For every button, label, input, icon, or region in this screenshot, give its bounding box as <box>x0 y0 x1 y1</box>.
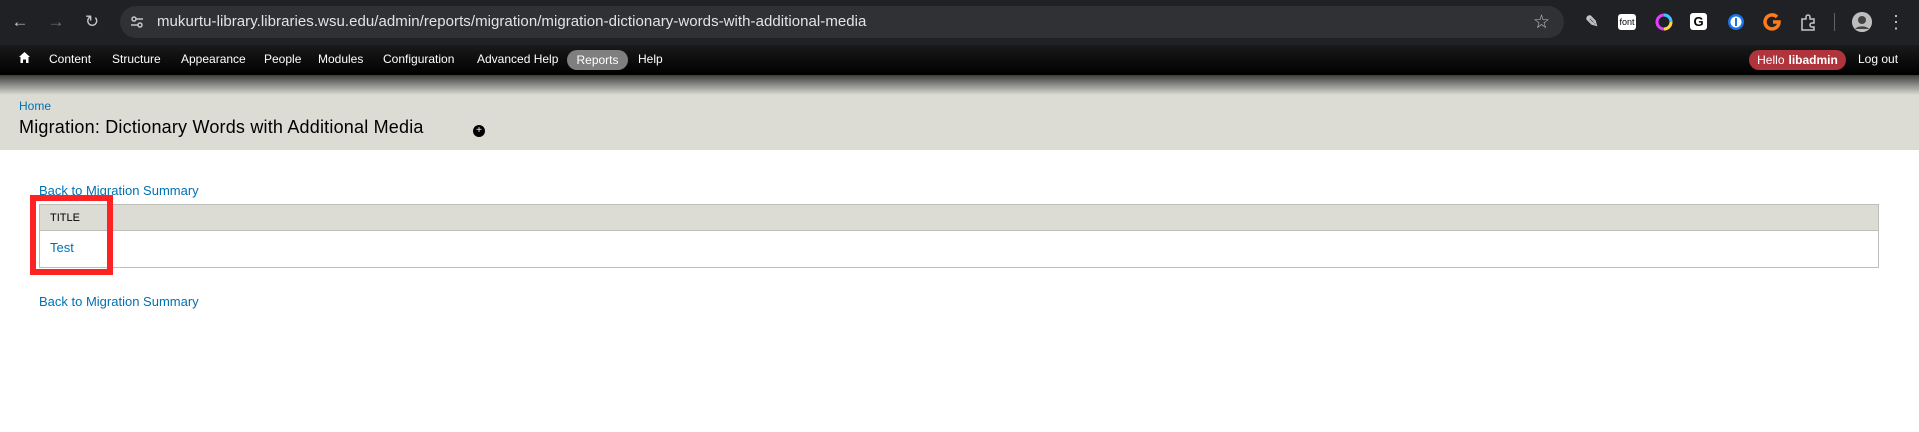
toolbar-item-help[interactable]: Help <box>638 52 663 66</box>
site-info-icon[interactable] <box>126 11 148 33</box>
browser-menu-icon[interactable]: ⋮ <box>1886 12 1906 32</box>
username: libadmin <box>1788 53 1838 67</box>
orange-extension-icon[interactable] <box>1762 12 1782 32</box>
column-header-title: TITLE <box>40 205 1878 231</box>
toolbar-item-reports[interactable]: Reports <box>567 50 628 70</box>
profile-avatar[interactable] <box>1852 12 1872 32</box>
toolbar-item-structure[interactable]: Structure <box>112 52 161 66</box>
address-bar[interactable]: mukurtu-library.libraries.wsu.edu/admin/… <box>120 6 1564 38</box>
page-header: Home Migration: Dictionary Words with Ad… <box>0 95 1919 150</box>
eyedropper-icon[interactable]: ✎ <box>1582 12 1602 32</box>
hello-label: Hello <box>1757 53 1785 67</box>
grammarly-icon[interactable]: G <box>1690 13 1707 30</box>
forward-icon[interactable]: → <box>46 12 66 32</box>
home-icon[interactable] <box>18 51 31 67</box>
font-extension-icon[interactable]: font <box>1618 14 1636 30</box>
logout-link[interactable]: Log out <box>1858 52 1898 66</box>
back-icon[interactable]: ← <box>10 12 30 32</box>
toolbar-item-advanced-help[interactable]: Advanced Help <box>477 52 558 66</box>
grammar-ext-label: G <box>1693 14 1704 29</box>
shortcut-symbol: + <box>476 125 482 136</box>
toolbar-item-configuration[interactable]: Configuration <box>383 52 454 66</box>
toolbar-item-modules[interactable]: Modules <box>318 52 363 66</box>
back-to-summary-link-bottom[interactable]: Back to Migration Summary <box>39 294 199 309</box>
page-title: Migration: Dictionary Words with Additio… <box>19 117 424 137</box>
toolbar-item-people[interactable]: People <box>264 52 301 66</box>
migration-table: TITLE Test <box>39 204 1879 268</box>
add-shortcut-icon[interactable]: + <box>473 125 485 137</box>
1password-icon[interactable] <box>1726 12 1746 32</box>
reload-icon[interactable]: ↻ <box>82 12 102 32</box>
url-text[interactable]: mukurtu-library.libraries.wsu.edu/admin/… <box>157 13 866 30</box>
main-content: Back to Migration Summary TITLE Test Bac… <box>0 150 1919 432</box>
puzzle-icon[interactable] <box>1798 12 1818 32</box>
toolbar-divider <box>1834 13 1835 31</box>
toolbar-shadow <box>0 75 1919 95</box>
highlight-box <box>30 195 113 275</box>
font-ext-label: font <box>1619 17 1635 27</box>
toolbar-item-content[interactable]: Content <box>49 52 91 66</box>
color-wheel-icon[interactable] <box>1654 12 1674 32</box>
toolbar-item-appearance[interactable]: Appearance <box>181 52 246 66</box>
bookmark-star-icon[interactable]: ☆ <box>1533 11 1550 34</box>
table-row: Test <box>40 231 1878 267</box>
user-greeting[interactable]: Hello libadmin <box>1749 50 1846 70</box>
browser-toolbar: ← → ↻ mukurtu-library.libraries.wsu.edu/… <box>0 0 1919 45</box>
breadcrumb-home[interactable]: Home <box>19 99 51 113</box>
admin-toolbar: Content Structure Appearance People Modu… <box>0 45 1919 75</box>
